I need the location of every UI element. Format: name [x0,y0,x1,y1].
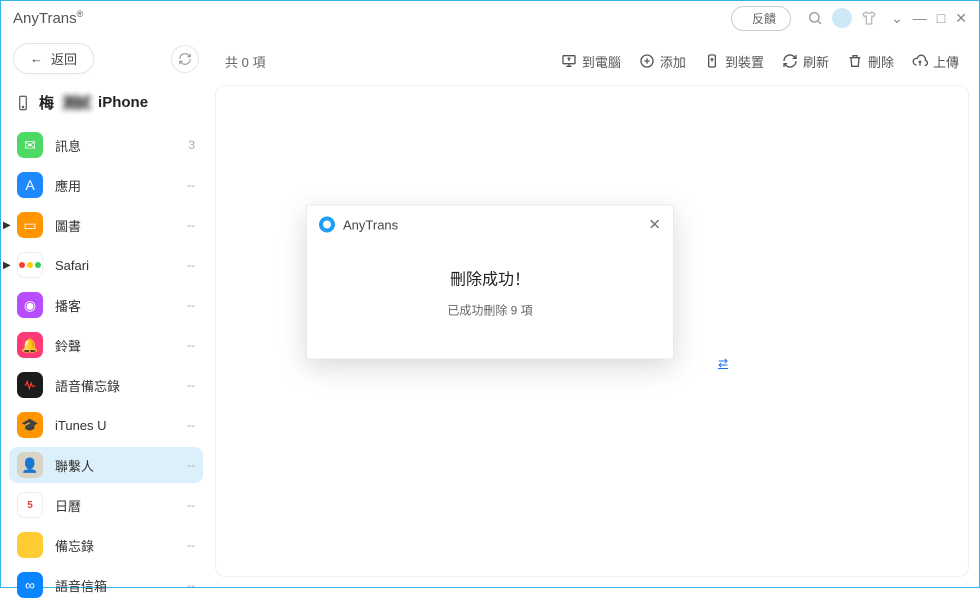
sidebar-item-voicemail[interactable]: ∞ 語音信箱 -- [9,567,203,603]
dialog-subtitle: 已成功刪除 9 項 [317,302,663,319]
bell-icon: 🔔 [17,332,43,358]
sidebar-item-apps[interactable]: A 應用 -- [9,167,203,203]
sidebar-item-label: 語音備忘錄 [55,376,120,395]
sidebar-item-label: 訊息 [55,136,81,155]
upload-button[interactable]: 上傳 [912,52,959,71]
tool-label: 添加 [660,52,686,71]
window-controls: ⌄ ― □ ✕ [891,10,967,27]
refresh-button[interactable]: 刷新 [782,52,829,71]
dialog-header: AnyTrans ✕ [307,206,673,244]
cloud-upload-icon [912,53,928,69]
sidebar-item-label: 備忘錄 [55,536,94,555]
back-label: 返回 [51,49,77,68]
avatar[interactable] [832,8,852,28]
contacts-icon: 👤 [17,452,43,478]
sidebar-item-books[interactable]: ▶▭圖書-- [9,207,203,243]
item-count: -- [187,218,195,232]
shirt-icon[interactable] [858,7,880,29]
sidebar-item-label: iTunes U [55,418,107,433]
tool-label: 上傳 [933,52,959,71]
sidebar-item-label: 日曆 [55,496,81,515]
search-icon[interactable] [804,7,826,29]
sidebar-item-label: 應用 [55,176,81,195]
phone-icon [15,95,31,111]
dialog-close-button[interactable]: ✕ [648,216,661,234]
sidebar-item-label: 聯繫人 [55,456,94,475]
notes-icon [17,532,43,558]
item-count: -- [187,378,195,392]
tool-label: 到裝置 [725,52,764,71]
item-count: -- [187,498,195,512]
chevron-right-icon[interactable]: ▶ [3,220,11,231]
device-name: 梅測試iPhone [9,86,203,127]
item-count: -- [187,298,195,312]
voice-memo-icon [17,372,43,398]
trash-icon [847,53,863,69]
app-logo-icon [319,217,335,233]
tool-label: 到電腦 [582,52,621,71]
calendar-icon: 5 [17,492,43,518]
category-list: ✉訊息3 A應用-- ▶▭圖書-- ▶Safari-- ◉播客-- 🔔鈴聲-- … [9,127,203,603]
device-icon [704,53,720,69]
sidebar-item-label: 語音信箱 [55,576,107,595]
result-dialog: AnyTrans ✕ 刪除成功！ 已成功刪除 9 項 [306,205,674,360]
podcast-icon: ◉ [17,292,43,318]
delete-button[interactable]: 刪除 [847,52,894,71]
item-count: -- [187,458,195,472]
chevron-right-icon[interactable]: ▶ [3,260,11,271]
item-count: -- [187,418,195,432]
itunesu-icon: 🎓 [17,412,43,438]
sidebar-item-label: 播客 [55,296,81,315]
voicemail-icon: ∞ [17,572,43,598]
apps-icon: A [17,172,43,198]
total-count: 共 0 項 [225,52,265,71]
sidebar-item-podcast[interactable]: ◉ 播客 -- [9,287,203,323]
back-button[interactable]: ← 返回 [13,43,94,74]
tool-label: 刷新 [803,52,829,71]
tool-label: 刪除 [868,52,894,71]
add-button[interactable]: 添加 [639,52,686,71]
sidebar-refresh-button[interactable] [171,45,199,73]
item-count: -- [187,258,195,272]
item-count: -- [187,338,195,352]
item-count: -- [187,178,195,192]
sidebar-item-ringtone[interactable]: 🔔 鈴聲 -- [9,327,203,363]
app-brand: AnyTrans® [13,9,83,27]
books-icon: ▭ [17,212,43,238]
arrow-left-icon: ← [30,51,43,66]
sidebar: ← 返回 梅測試iPhone ✉ 訊息 3 A 應用 -- ▶ ▭ 圖書 -- ▶ Safari… [1,35,211,587]
sidebar-item-label: Safari [55,258,89,273]
sidebar-item-safari[interactable]: ▶Safari-- [9,247,203,283]
item-count: -- [187,538,195,552]
maximize-icon[interactable]: □ [937,10,945,26]
title-bar: AnyTrans® 反饋 ⌄ ― □ ✕ [1,1,979,35]
plus-circle-icon [639,53,655,69]
sidebar-item-notes[interactable]: 備忘錄 -- [9,527,203,563]
item-count: 3 [188,138,195,152]
sidebar-item-messages[interactable]: ✉ 訊息 3 [9,127,203,163]
monitor-icon [561,53,577,69]
sidebar-item-label: 鈴聲 [55,336,81,355]
refresh-icon [782,53,798,69]
safari-icon [17,252,43,278]
messages-icon: ✉ [17,132,43,158]
toolbar: 共 0 項 到電腦 添加 到裝置 刷新 刪除 上傳 [215,43,969,79]
dropdown-icon[interactable]: ⌄ [891,10,903,27]
close-icon[interactable]: ✕ [955,10,967,27]
minimize-icon[interactable]: ― [913,10,927,26]
sidebar-item-itunesu[interactable]: 🎓 iTunes U -- [9,407,203,443]
to-pc-button[interactable]: 到電腦 [561,52,621,71]
to-device-button[interactable]: 到裝置 [704,52,764,71]
sidebar-item-calendar[interactable]: 5 日曆 -- [9,487,203,523]
sidebar-item-contacts[interactable]: 👤 聯繫人 -- [9,447,203,483]
dialog-title: 刪除成功！ [317,266,663,290]
feedback-label: 反饋 [752,10,776,27]
item-count: -- [187,578,195,592]
sidebar-item-voicememo[interactable]: 語音備忘錄 -- [9,367,203,403]
hidden-link[interactable]: ⇄ [718,356,728,370]
dialog-app-name: AnyTrans [343,217,398,232]
sidebar-item-label: 圖書 [55,216,81,235]
feedback-button[interactable]: 反饋 [731,6,791,31]
